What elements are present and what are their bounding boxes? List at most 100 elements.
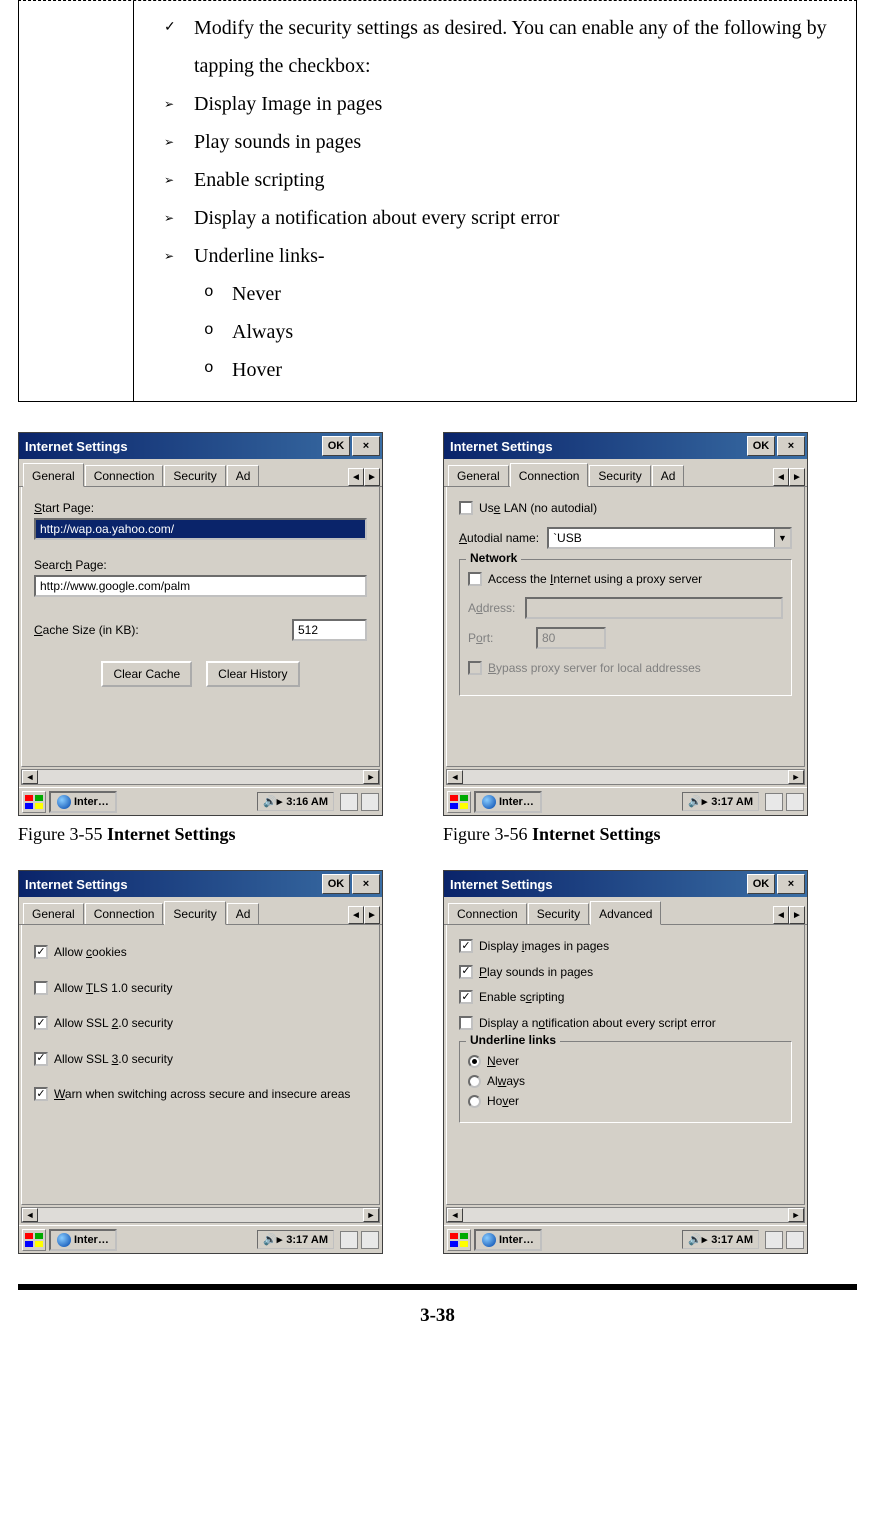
window-title: Internet Settings (25, 439, 320, 454)
tab-security[interactable]: Security (589, 465, 650, 486)
tab-connection[interactable]: Connection (85, 465, 164, 486)
list-item: Display Image in pages (164, 85, 841, 123)
taskbar-item[interactable]: Inter… (49, 791, 117, 813)
start-button[interactable] (447, 1229, 471, 1251)
autodial-dropdown[interactable]: `USB▼ (547, 527, 792, 549)
tab-scroll-left-icon[interactable]: ◄ (773, 468, 789, 486)
tray-icon[interactable] (765, 1231, 783, 1249)
scripting-checkbox[interactable]: ✓Enable scripting (459, 990, 792, 1006)
notify-checkbox[interactable]: Display a notification about every scrip… (459, 1016, 792, 1032)
tab-scroll: ◄ ► (348, 906, 380, 924)
close-button[interactable]: × (777, 436, 805, 456)
system-tray: 🔊▸3:17 AM (682, 1230, 759, 1249)
tab-scroll-right-icon[interactable]: ► (364, 906, 380, 924)
close-button[interactable]: × (352, 436, 380, 456)
windows-flag-icon (25, 795, 43, 809)
warn-checkbox[interactable]: ✓Warn when switching across secure and i… (34, 1087, 367, 1103)
clear-cache-button[interactable]: Clear Cache (101, 661, 192, 687)
tab-advanced[interactable]: Advanced (590, 901, 661, 925)
taskbar-item[interactable]: Inter… (474, 1229, 542, 1251)
tray-icon[interactable] (765, 793, 783, 811)
tab-pane: ✓Display images in pages ✓Play sounds in… (446, 925, 805, 1205)
instruction-intro: Modify the security settings as desired.… (164, 9, 841, 85)
scrollbar-horizontal[interactable]: ◄► (446, 1207, 805, 1223)
scrollbar-horizontal[interactable]: ◄► (21, 1207, 380, 1223)
close-button[interactable]: × (352, 874, 380, 894)
tab-general[interactable]: General (23, 463, 84, 487)
never-radio[interactable]: Never (468, 1054, 783, 1068)
windows-flag-icon (450, 1233, 468, 1247)
screenshots-row-1: Internet Settings OK × General Connectio… (0, 432, 875, 845)
tray-icon[interactable] (786, 1231, 804, 1249)
use-lan-checkbox[interactable]: Use LAN (no autodial) (459, 501, 792, 517)
always-radio[interactable]: Always (468, 1074, 783, 1088)
tab-security[interactable]: Security (164, 901, 225, 925)
tab-ad[interactable]: Ad (652, 465, 685, 486)
tab-scroll-right-icon[interactable]: ► (364, 468, 380, 486)
ok-button[interactable]: OK (747, 874, 775, 894)
sublist-item: Always (204, 313, 841, 351)
hover-radio[interactable]: Hover (468, 1094, 783, 1108)
tray-icon[interactable] (361, 793, 379, 811)
ok-button[interactable]: OK (322, 874, 350, 894)
tls-checkbox[interactable]: Allow TLS 1.0 security (34, 981, 367, 997)
start-button[interactable] (22, 791, 46, 813)
tab-security[interactable]: Security (164, 465, 225, 486)
tab-scroll-left-icon[interactable]: ◄ (348, 468, 364, 486)
screenshot-security: Internet Settings OK × General Connectio… (18, 870, 383, 1254)
window: Internet Settings OK × General Connectio… (18, 432, 383, 816)
tray-icon[interactable] (340, 793, 358, 811)
globe-icon (482, 795, 496, 809)
sounds-checkbox[interactable]: ✓Play sounds in pages (459, 965, 792, 981)
titlebar: Internet Settings OK × (19, 433, 382, 459)
images-checkbox[interactable]: ✓Display images in pages (459, 939, 792, 955)
tab-scroll-left-icon[interactable]: ◄ (773, 906, 789, 924)
system-tray: 🔊▸3:17 AM (257, 1230, 334, 1249)
ssl2-checkbox[interactable]: ✓Allow SSL 2.0 security (34, 1016, 367, 1032)
tab-connection[interactable]: Connection (448, 903, 527, 924)
tab-scroll-left-icon[interactable]: ◄ (348, 906, 364, 924)
cookies-checkbox[interactable]: ✓Allow cookies (34, 945, 367, 961)
scrollbar-horizontal[interactable]: ◄► (21, 769, 380, 785)
clear-history-button[interactable]: Clear History (206, 661, 299, 687)
globe-icon (57, 795, 71, 809)
scrollbar-horizontal[interactable]: ◄► (446, 769, 805, 785)
tab-ad[interactable]: Ad (227, 903, 260, 924)
proxy-checkbox[interactable]: Access the Internet using a proxy server (468, 572, 783, 588)
taskbar-item[interactable]: Inter… (49, 1229, 117, 1251)
tab-ad[interactable]: Ad (227, 465, 260, 486)
figure-caption: Figure 3-56 Internet Settings (443, 824, 808, 845)
globe-icon (57, 1233, 71, 1247)
search-page-input[interactable] (34, 575, 367, 597)
groupbox-legend: Underline links (466, 1033, 560, 1047)
ok-button[interactable]: OK (322, 436, 350, 456)
network-groupbox: Network Access the Internet using a prox… (459, 559, 792, 696)
tab-scroll-right-icon[interactable]: ► (789, 906, 805, 924)
list-item: Play sounds in pages (164, 123, 841, 161)
titlebar: Internet Settings OK × (444, 871, 807, 897)
window-title: Internet Settings (450, 439, 745, 454)
tab-general[interactable]: General (448, 465, 509, 486)
tab-security[interactable]: Security (528, 903, 589, 924)
ssl3-checkbox[interactable]: ✓Allow SSL 3.0 security (34, 1052, 367, 1068)
start-button[interactable] (22, 1229, 46, 1251)
close-button[interactable]: × (777, 874, 805, 894)
tab-scroll: ◄ ► (348, 468, 380, 486)
taskbar: Inter… 🔊▸3:17 AM (444, 787, 807, 815)
tab-scroll-right-icon[interactable]: ► (789, 468, 805, 486)
tab-connection[interactable]: Connection (510, 463, 589, 487)
tray-icon[interactable] (361, 1231, 379, 1249)
taskbar-item[interactable]: Inter… (474, 791, 542, 813)
tab-general[interactable]: General (23, 903, 84, 924)
sublist-item: Never (204, 275, 841, 313)
taskbar: Inter… 🔊▸3:16 AM (19, 787, 382, 815)
underline-groupbox: Underline links Never Always Hover (459, 1041, 792, 1123)
ok-button[interactable]: OK (747, 436, 775, 456)
cache-input[interactable] (292, 619, 367, 641)
tray-icon[interactable] (340, 1231, 358, 1249)
start-page-label: Start Page: (34, 501, 367, 515)
tab-connection[interactable]: Connection (85, 903, 164, 924)
start-button[interactable] (447, 791, 471, 813)
tray-icon[interactable] (786, 793, 804, 811)
start-page-input[interactable] (34, 518, 367, 540)
